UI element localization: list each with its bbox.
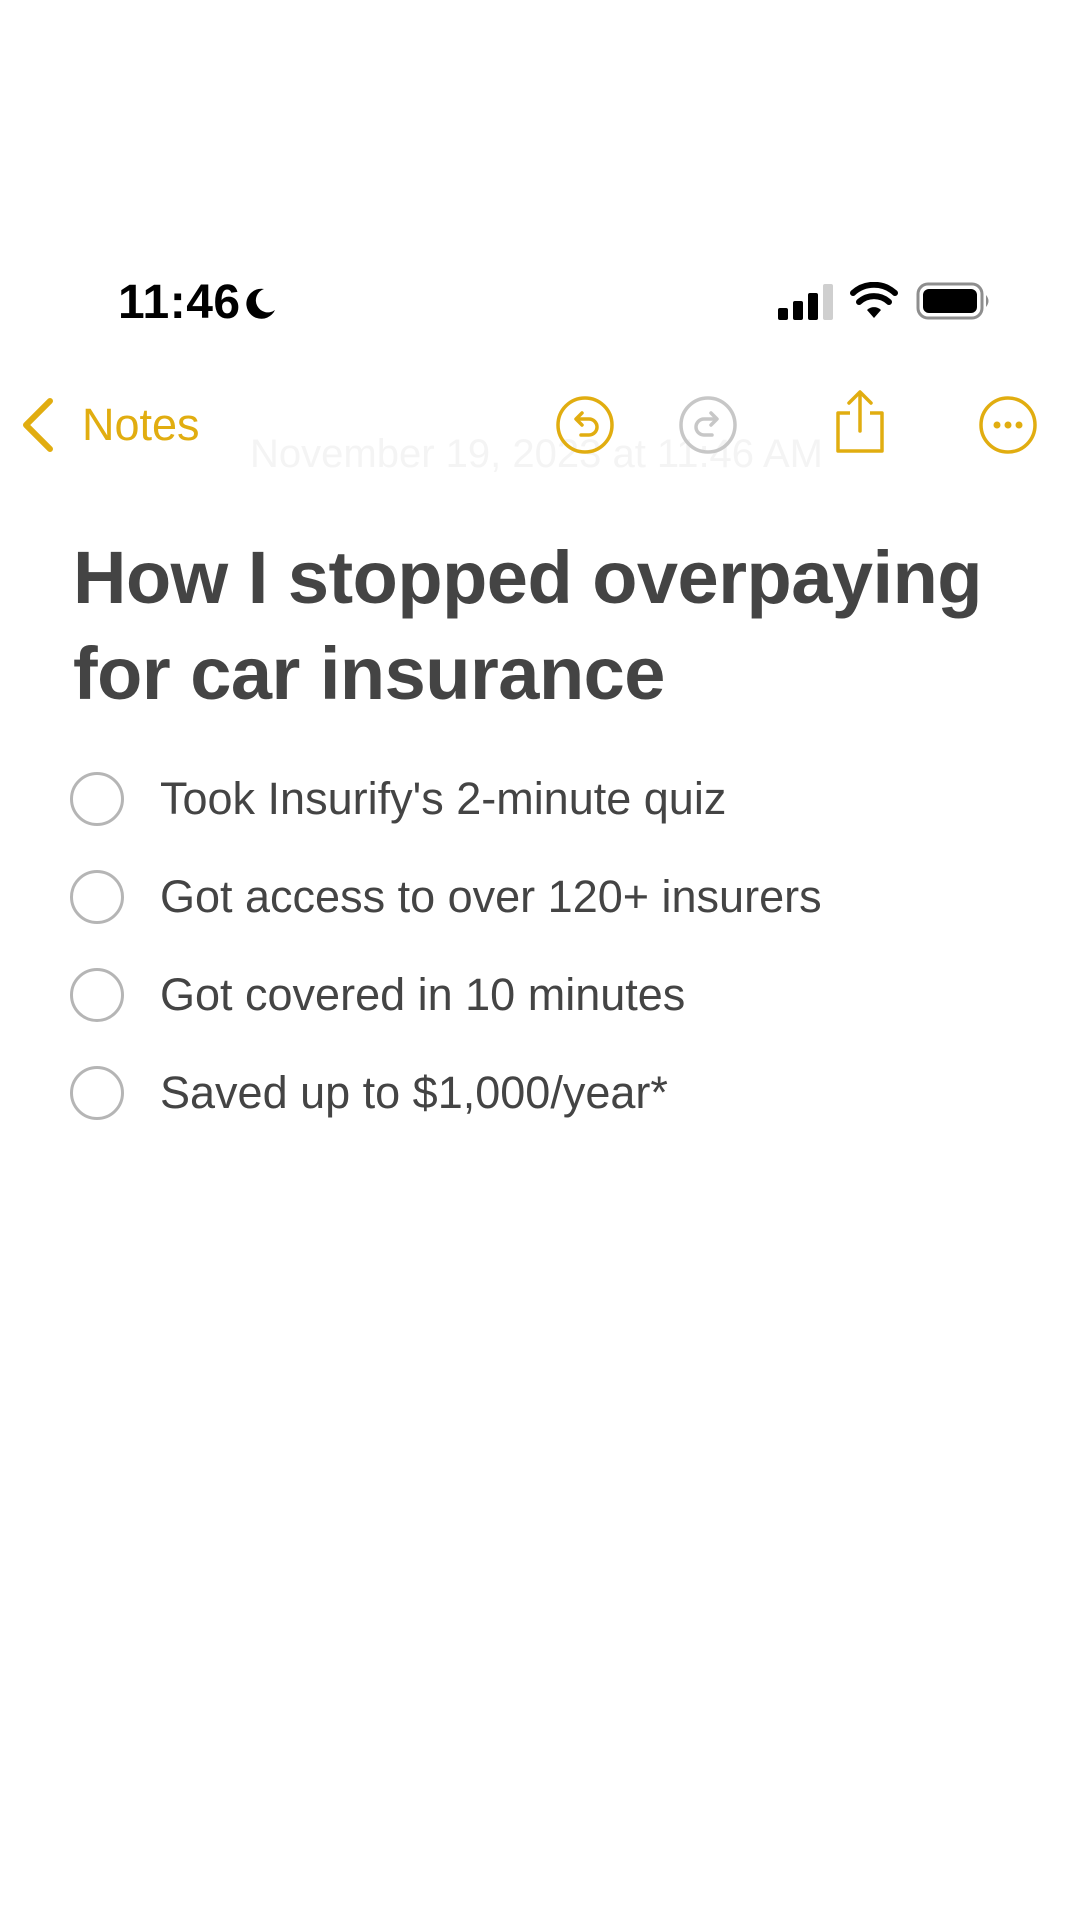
checkbox-circle[interactable]	[70, 968, 124, 1022]
undo-icon[interactable]	[555, 395, 615, 455]
battery-icon	[916, 282, 989, 320]
back-label: Notes	[82, 399, 200, 450]
checklist-item: Took Insurify's 2-minute quiz	[70, 750, 1030, 848]
wifi-icon	[850, 282, 898, 318]
moon-icon	[246, 288, 275, 319]
checklist-item-text[interactable]: Took Insurify's 2-minute quiz	[160, 773, 726, 825]
cellular-signal-icon	[778, 284, 833, 320]
checklist: Took Insurify's 2-minute quiz Got access…	[70, 750, 1030, 1142]
share-icon[interactable]	[830, 389, 890, 455]
checklist-item-text[interactable]: Saved up to $1,000/year*	[160, 1067, 668, 1119]
status-bar: 11:46	[0, 270, 1080, 336]
note-title[interactable]: How I stopped overpaying for car insuran…	[73, 530, 1033, 722]
checklist-item: Saved up to $1,000/year*	[70, 1044, 1030, 1142]
checkbox-circle[interactable]	[70, 1066, 124, 1120]
checklist-item-text[interactable]: Got access to over 120+ insurers	[160, 871, 822, 923]
back-to-notes-button[interactable]: Notes	[20, 393, 200, 457]
navigation-bar: Notes	[0, 385, 1080, 465]
checklist-item-text[interactable]: Got covered in 10 minutes	[160, 969, 685, 1021]
redo-icon[interactable]	[678, 395, 738, 455]
chevron-left-icon	[23, 398, 53, 452]
more-icon[interactable]	[978, 395, 1038, 455]
checklist-item: Got covered in 10 minutes	[70, 946, 1030, 1044]
checkbox-circle[interactable]	[70, 772, 124, 826]
checklist-item: Got access to over 120+ insurers	[70, 848, 1030, 946]
checkbox-circle[interactable]	[70, 870, 124, 924]
status-time: 11:46	[118, 276, 241, 329]
